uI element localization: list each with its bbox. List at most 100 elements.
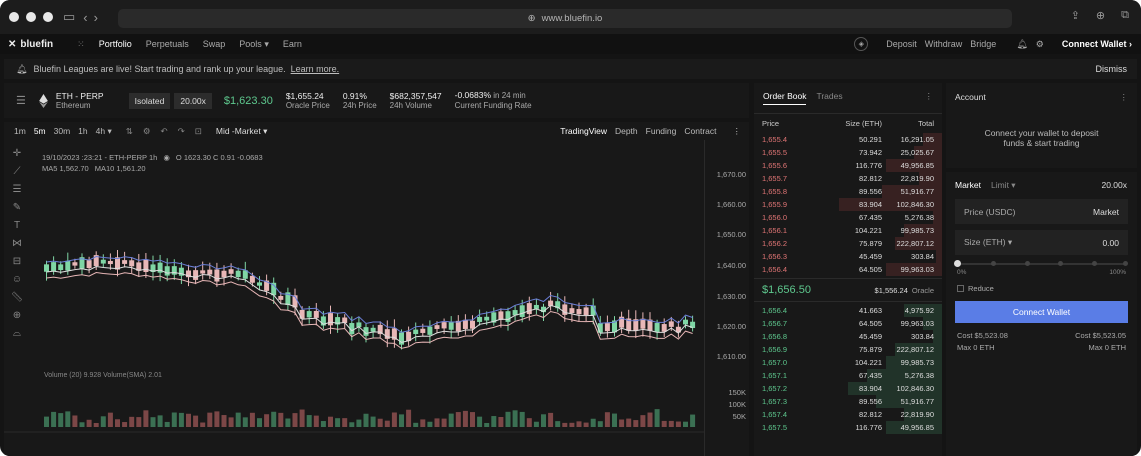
bid-row[interactable]: 1,657.2 83.904 102,846.30 [754, 382, 942, 395]
ask-row[interactable]: 1,656.3 45.459 303.84 [754, 250, 942, 263]
ask-row[interactable]: 1,656.1 104.221 99,985.73 [754, 224, 942, 237]
settings-icon[interactable]: ⚙ [143, 126, 151, 137]
zoom-icon[interactable]: ⊕ [13, 310, 21, 321]
tab-trades[interactable]: Trades [816, 91, 842, 105]
more-icon[interactable]: ⋮ [1120, 92, 1129, 103]
bid-row[interactable]: 1,656.4 41.663 4,975.92 [754, 304, 942, 317]
bridge-link[interactable]: Bridge [970, 39, 996, 49]
crosshair-icon[interactable]: ✛ [13, 148, 21, 159]
view-tradingview[interactable]: TradingView [560, 126, 607, 137]
gear-icon[interactable]: ⚙ [1036, 39, 1044, 50]
tab-market[interactable]: Market [955, 180, 981, 191]
eye-icon[interactable]: ◉ [163, 153, 170, 162]
sidebar-icon[interactable]: ▭ [63, 9, 75, 25]
withdraw-link[interactable]: Withdraw [925, 39, 963, 49]
connect-wallet-nav-button[interactable]: Connect Wallet › [1062, 39, 1132, 49]
bluefin-logo[interactable]: ✕ bluefin [8, 39, 53, 50]
line-tool-icon[interactable]: ⟋ [14, 166, 21, 177]
share-icon[interactable]: ⇪ [1071, 9, 1080, 22]
size-unit-dropdown[interactable]: Size (ETH) ▾ [964, 237, 1012, 248]
connect-wallet-button[interactable]: Connect Wallet [955, 301, 1128, 323]
bid-row[interactable]: 1,657.0 104.221 99,985.73 [754, 356, 942, 369]
deposit-link[interactable]: Deposit [886, 39, 917, 49]
close-dot[interactable] [9, 12, 19, 22]
bid-row[interactable]: 1,657.1 67.435 5,276.38 [754, 369, 942, 382]
slider-knob[interactable] [954, 260, 961, 267]
bid-row[interactable]: 1,657.4 82.812 22,819.90 [754, 408, 942, 421]
back-icon[interactable]: ‹ [83, 10, 87, 25]
slider-tick [1024, 261, 1030, 266]
brush-icon[interactable]: ✎ [13, 202, 21, 213]
price-mode-dropdown[interactable]: Mid -Market ▾ [216, 126, 268, 137]
ask-row[interactable]: 1,656.0 67.435 5,276.38 [754, 211, 942, 224]
measure-icon[interactable]: ⊟ [13, 256, 21, 267]
ask-row[interactable]: 1,656.2 75.879 222,807.12 [754, 237, 942, 250]
new-tab-icon[interactable]: ⊕ [1096, 9, 1105, 22]
ask-row[interactable]: 1,655.5 73.942 25,025.67 [754, 146, 942, 159]
market-selector[interactable]: ETH - PERP Ethereum [56, 91, 104, 111]
nav-perpetuals[interactable]: Perpetuals [146, 39, 189, 49]
trade-leverage[interactable]: 20.00x [1101, 180, 1127, 190]
ask-row[interactable]: 1,655.7 82.812 22,819.90 [754, 172, 942, 185]
minimize-dot[interactable] [26, 12, 36, 22]
nav-swap[interactable]: Swap [203, 39, 226, 49]
view-contract[interactable]: Contract [684, 126, 716, 137]
learn-more-link[interactable]: Learn more. [291, 64, 340, 74]
bid-row[interactable]: 1,656.8 45.459 303.84 [754, 330, 942, 343]
redo-icon[interactable]: ↷ [178, 126, 185, 137]
tabs-icon[interactable]: ⧉ [1121, 9, 1129, 22]
top-nav: ✕ bluefin ⁙ Portfolio Perpetuals Swap Po… [0, 34, 1141, 54]
ask-row[interactable]: 1,656.4 64.505 99,963.03 [754, 263, 942, 276]
size-slider[interactable] [954, 260, 1128, 267]
sui-icon[interactable]: ◈ [854, 37, 869, 51]
more-icon[interactable]: ⋮ [733, 126, 742, 137]
menu-icon[interactable]: ☰ [16, 94, 26, 107]
volume-bar [313, 415, 319, 427]
ask-row[interactable]: 1,655.6 116.776 49,956.85 [754, 159, 942, 172]
bid-row[interactable]: 1,657.3 89.556 51,916.77 [754, 395, 942, 408]
candle [583, 307, 589, 316]
screenshot-icon[interactable]: ⊡ [195, 126, 202, 137]
maximize-dot[interactable] [43, 12, 53, 22]
view-funding[interactable]: Funding [646, 126, 677, 137]
tab-limit[interactable]: Limit ▾ [991, 180, 1016, 191]
emoji-icon[interactable]: ☺ [12, 274, 22, 285]
address-bar[interactable]: ⊕ www.bluefin.io [118, 9, 1012, 28]
nav-portfolio[interactable]: Portfolio [99, 39, 132, 49]
indicator-icon[interactable]: ⇅ [126, 126, 133, 137]
nav-earn[interactable]: Earn [283, 39, 302, 49]
ask-row[interactable]: 1,655.4 50.291 16,291.05 [754, 133, 942, 146]
grid-icon[interactable]: ⁙ [77, 39, 85, 50]
nav-pools[interactable]: Pools ▾ [239, 39, 269, 50]
leverage-button[interactable]: 20.00x [174, 92, 212, 109]
size-input[interactable]: Size (ETH) ▾ 0.00 [955, 230, 1128, 255]
undo-icon[interactable]: ↶ [161, 126, 168, 137]
bell-icon[interactable]: 🔔︎ [1016, 39, 1027, 50]
timeframe-1h[interactable]: 1h [78, 126, 87, 137]
magnet-icon[interactable]: ⌓ [13, 328, 21, 339]
bid-row[interactable]: 1,657.5 116.776 49,956.85 [754, 421, 942, 434]
tab-order-book[interactable]: Order Book [763, 91, 807, 105]
timeframe-1m[interactable]: 1m [14, 126, 26, 137]
text-tool-icon[interactable]: T [14, 220, 20, 231]
order-book: Order Book Trades ⋮ Price Size (ETH) Tot… [754, 83, 942, 456]
bid-row[interactable]: 1,656.7 64.505 99,963.03 [754, 317, 942, 330]
timeframe-4h[interactable]: 4h ▾ [96, 126, 112, 137]
price-input[interactable]: Price (USDC) Market [955, 199, 1128, 224]
pattern-icon[interactable]: ⋈ [12, 238, 22, 249]
timeframe-30m[interactable]: 30m [54, 126, 71, 137]
bid-row[interactable]: 1,656.9 75.879 222,807.12 [754, 343, 942, 356]
margin-mode-button[interactable]: Isolated [128, 92, 171, 109]
reduce-only-checkbox[interactable]: Reduce [957, 284, 1126, 293]
hlines-icon[interactable]: ☰ [13, 184, 22, 195]
ask-row[interactable]: 1,655.8 89.556 51,916.77 [754, 185, 942, 198]
checkbox-box[interactable] [957, 285, 964, 292]
timeframe-5m[interactable]: 5m [34, 126, 46, 137]
volume-bar [100, 416, 106, 427]
more-icon[interactable]: ⋮ [925, 91, 934, 105]
forward-icon[interactable]: › [94, 10, 98, 25]
ask-row[interactable]: 1,655.9 83.904 102,846.30 [754, 198, 942, 211]
dismiss-button[interactable]: Dismiss [1096, 64, 1128, 74]
ruler-icon[interactable]: 📏︎ [11, 292, 24, 303]
view-depth[interactable]: Depth [615, 126, 638, 137]
